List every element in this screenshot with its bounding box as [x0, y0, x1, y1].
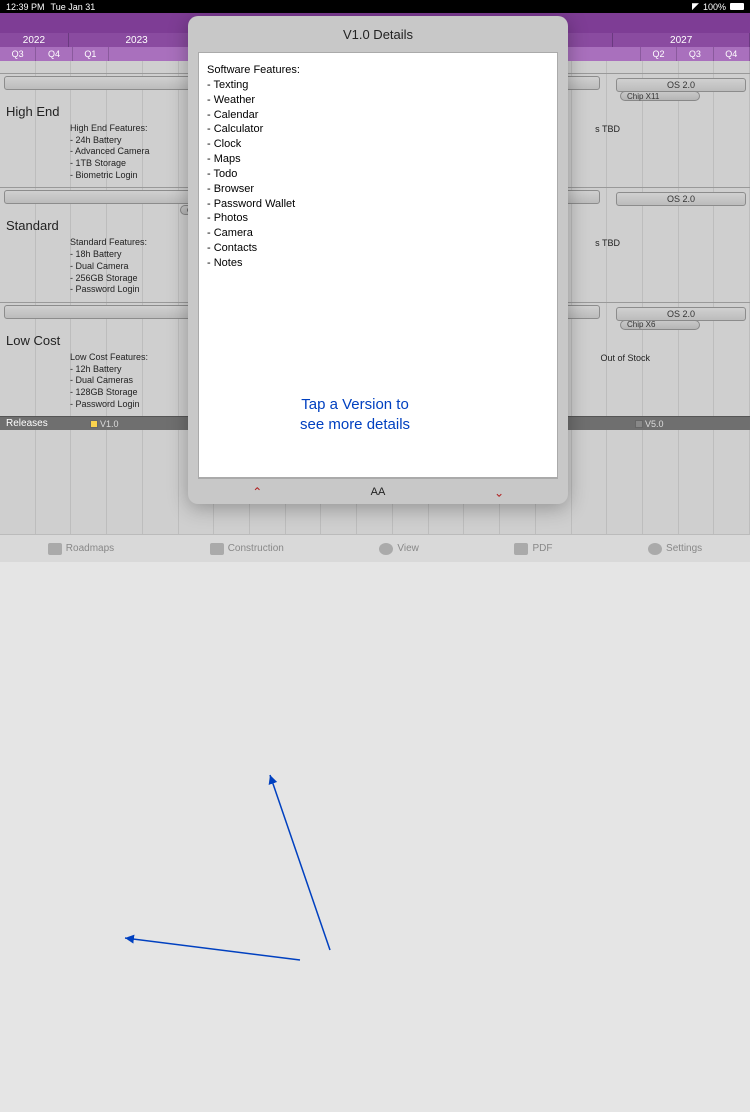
toolbar-pdf[interactable]: PDF — [514, 543, 552, 555]
toolbar-view[interactable]: View — [379, 543, 419, 555]
year-label: 2027 — [670, 35, 692, 46]
eye-icon — [379, 543, 393, 555]
annotation-text: Tap a Version to see more details — [300, 395, 410, 434]
quarter-label: Q3 — [12, 49, 24, 59]
font-size-button[interactable]: AA — [371, 486, 386, 498]
year-label: 2022 — [23, 35, 45, 46]
list-item: - Clock — [207, 137, 549, 152]
list-item: - Todo — [207, 167, 549, 182]
toolbar-settings[interactable]: Settings — [648, 543, 702, 555]
status-time: 12:39 PM — [6, 2, 45, 12]
list-item: - Weather — [207, 93, 549, 108]
pdf-icon — [514, 543, 528, 555]
releases-label: Releases — [0, 418, 54, 429]
chevron-up-icon[interactable]: ⌃ — [252, 485, 262, 499]
battery-pct: 100% — [703, 2, 726, 12]
list-item: - Browser — [207, 182, 549, 197]
quarter-label: Q3 — [689, 49, 701, 59]
list-item: - Texting — [207, 78, 549, 93]
list-item: - Maps — [207, 152, 549, 167]
popover-title: V1.0 Details — [188, 16, 568, 52]
list-item: - Calculator — [207, 122, 549, 137]
quarter-label: Q4 — [48, 49, 60, 59]
list-item: - Password Wallet — [207, 197, 549, 212]
toolbar-roadmaps[interactable]: Roadmaps — [48, 543, 114, 555]
feature-list-header: Software Features: — [207, 63, 549, 78]
chip-bar[interactable]: Chip X6 — [620, 320, 700, 330]
release-checkbox-icon — [635, 420, 643, 428]
list-item: - Photos — [207, 211, 549, 226]
wifi-icon: ◤ — [692, 1, 699, 12]
release-v1[interactable]: V1.0 — [90, 419, 119, 429]
chevron-down-icon[interactable]: ⌃ — [494, 485, 504, 499]
bottom-toolbar: Roadmaps Construction View PDF Settings — [0, 534, 750, 562]
popover-footer: ⌃ AA ⌃ — [198, 478, 558, 504]
list-item: - Calendar — [207, 108, 549, 123]
quarter-label: Q4 — [725, 49, 737, 59]
chip-bar[interactable]: Chip X11 — [620, 91, 700, 101]
year-label: 2023 — [126, 35, 148, 46]
tbd-text: s TBD — [595, 124, 620, 134]
release-checkbox-icon — [90, 420, 98, 428]
list-item: - Notes — [207, 256, 549, 271]
quarter-label: Q1 — [84, 49, 96, 59]
tbd-text: s TBD — [595, 238, 620, 248]
quarter-label: Q2 — [653, 49, 665, 59]
battery-icon — [730, 3, 744, 10]
map-icon — [48, 543, 62, 555]
tbd-text: Out of Stock — [600, 353, 650, 363]
gear-icon — [648, 543, 662, 555]
status-bar: 12:39 PM Tue Jan 31 ◤ 100% — [0, 0, 750, 13]
release-v5[interactable]: V5.0 — [635, 419, 664, 429]
construction-icon — [210, 543, 224, 555]
list-item: - Contacts — [207, 241, 549, 256]
list-item: - Camera — [207, 226, 549, 241]
toolbar-construction[interactable]: Construction — [210, 543, 284, 555]
status-date: Tue Jan 31 — [51, 2, 96, 12]
annotation-arrows — [0, 550, 750, 1112]
